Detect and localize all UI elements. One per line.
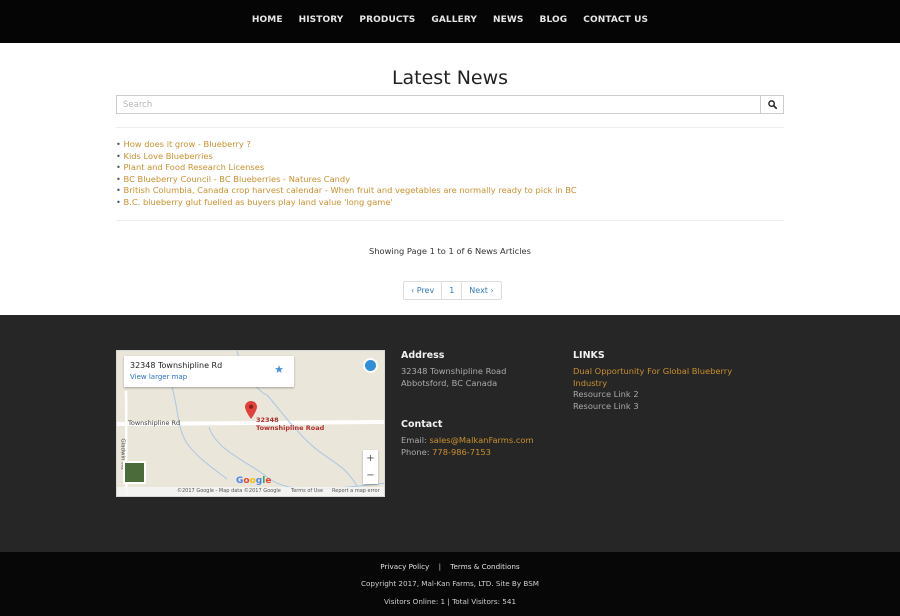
search-button[interactable]: [760, 95, 784, 114]
map-road-label: Townshipline Rd: [128, 419, 181, 427]
map-terms-link[interactable]: Terms of Use: [291, 487, 323, 496]
footer-link-resource-3[interactable]: Resource Link 3: [573, 401, 732, 413]
legal-links: Privacy Policy | Terms & Conditions: [0, 562, 900, 571]
map-pin-label-line: Townshipline Road: [256, 423, 325, 432]
list-item: • Kids Love Blueberries: [116, 151, 577, 163]
nav-item-news[interactable]: NEWS: [485, 14, 532, 26]
list-item: • How does it grow - Blueberry ?: [116, 139, 577, 151]
map-attribution-bar: ©2017 Google - Map data ©2017 Google Ter…: [117, 487, 384, 496]
bullet: •: [116, 196, 121, 207]
zoom-out-button[interactable]: −: [363, 467, 378, 484]
nav-item-blog[interactable]: BLOG: [532, 14, 576, 26]
bullet: •: [116, 139, 121, 149]
nav-item-gallery[interactable]: GALLERY: [423, 14, 485, 26]
visitor-counter: Visitors Online: 1 | Total Visitors: 541: [383, 597, 517, 606]
nav-item-products[interactable]: PRODUCTS: [351, 14, 423, 26]
google-logo: Google: [236, 476, 272, 486]
address-block: 32348 Townshipline Road Abbotsford, BC C…: [401, 366, 506, 389]
email-link[interactable]: sales@MalkanFarms.com: [429, 435, 533, 445]
footer-link-line: Dual Opportunity For Global Blueberry: [573, 366, 733, 376]
address-heading: Address: [401, 350, 445, 361]
bullet: •: [116, 185, 121, 196]
search-input[interactable]: [116, 95, 760, 114]
divider: [116, 220, 784, 221]
news-article-link[interactable]: Plant and Food Research Licenses: [124, 162, 265, 172]
pagination: ‹ Prev 1 Next ›: [403, 281, 502, 300]
list-item: • BC Blueberry Council - BC Blueberries …: [116, 174, 577, 186]
embedded-map[interactable]: 32348 Townshipline Rd View larger map ★ …: [116, 350, 385, 497]
links-heading: LINKS: [573, 350, 605, 361]
top-navbar: HOME HISTORY PRODUCTS GALLERY NEWS BLOG …: [0, 0, 900, 43]
page-1-button[interactable]: 1: [441, 281, 463, 300]
map-pin-label: 32348 Townshipline Road: [256, 416, 325, 432]
map-info-card: 32348 Townshipline Rd View larger map ★: [124, 356, 294, 387]
save-star-icon[interactable]: ★: [274, 363, 284, 376]
contact-block: Email: sales@MalkanFarms.com Phone: 778-…: [401, 435, 534, 458]
map-copyright: ©2017 Google - Map data ©2017 Google: [177, 488, 281, 494]
news-article-link[interactable]: British Columbia, Canada crop harvest ca…: [124, 185, 577, 195]
list-item: • B.C. blueberry glut fuelled as buyers …: [116, 197, 577, 209]
phone-link[interactable]: 778-986-7153: [432, 447, 491, 457]
prev-page-button[interactable]: ‹ Prev: [403, 281, 443, 300]
separator: |: [438, 562, 441, 571]
satellite-toggle[interactable]: [123, 461, 146, 484]
phone-row: Phone: 778-986-7153: [401, 447, 534, 459]
nav-item-home[interactable]: HOME: [244, 14, 291, 26]
street-view-icon[interactable]: [363, 358, 378, 373]
email-row: Email: sales@MalkanFarms.com: [401, 435, 534, 447]
map-report-link[interactable]: Report a map error: [332, 487, 380, 496]
footer-link-resource-2[interactable]: Resource Link 2: [573, 389, 732, 401]
address-line: Abbotsford, BC Canada: [401, 377, 498, 388]
page-title: Latest News: [391, 67, 509, 89]
list-item: • Plant and Food Research Licenses: [116, 162, 577, 174]
footer: 32348 Townshipline Rd View larger map ★ …: [0, 315, 900, 552]
divider: [116, 127, 784, 128]
links-list: Dual Opportunity For Global Blueberry In…: [573, 366, 732, 412]
news-article-link[interactable]: BC Blueberry Council - BC Blueberries - …: [124, 174, 351, 184]
footer-link-dual-opportunity[interactable]: Dual Opportunity For Global Blueberry In…: [573, 366, 732, 389]
contact-heading: Contact: [401, 419, 443, 430]
search-icon: [767, 100, 777, 109]
bullet: •: [116, 150, 121, 161]
address-line: 32348 Townshipline Road: [401, 366, 507, 376]
news-list: • How does it grow - Blueberry ? • Kids …: [116, 139, 577, 209]
news-article-link[interactable]: How does it grow - Blueberry ?: [124, 139, 251, 149]
nav-menu: HOME HISTORY PRODUCTS GALLERY NEWS BLOG …: [0, 14, 900, 26]
pagination-summary: Showing Page 1 to 1 of 6 News Articles: [369, 246, 531, 256]
bottom-bar: Privacy Policy | Terms & Conditions Copy…: [0, 552, 900, 616]
nav-item-contact-us[interactable]: CONTACT US: [575, 14, 656, 26]
news-article-link[interactable]: B.C. blueberry glut fuelled as buyers pl…: [124, 197, 393, 207]
list-item: • British Columbia, Canada crop harvest …: [116, 185, 577, 197]
zoom-in-button[interactable]: +: [363, 450, 378, 467]
map-zoom-control: + −: [363, 450, 378, 484]
privacy-policy-link[interactable]: Privacy Policy: [380, 562, 429, 571]
news-article-link[interactable]: Kids Love Blueberries: [124, 151, 213, 161]
map-address: 32348 Townshipline Rd: [130, 361, 223, 370]
search-bar: [116, 95, 784, 114]
email-label: Email:: [401, 435, 430, 445]
next-page-button[interactable]: Next ›: [461, 281, 502, 300]
bullet: •: [116, 162, 121, 173]
view-larger-map-link[interactable]: View larger map: [130, 373, 187, 381]
nav-item-history[interactable]: HISTORY: [291, 14, 352, 26]
terms-link[interactable]: Terms & Conditions: [450, 562, 519, 571]
footer-link-line: Industry: [573, 377, 608, 388]
phone-label: Phone:: [401, 446, 433, 457]
bullet: •: [116, 173, 121, 184]
copyright-text: Copyright 2017, Mal-Kan Farms, LTD. Site…: [361, 579, 539, 588]
